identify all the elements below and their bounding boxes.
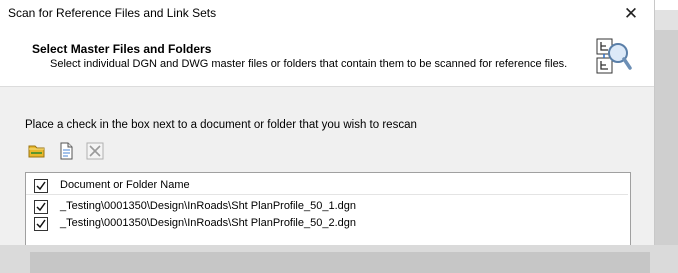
add-folder-button[interactable] <box>27 141 47 161</box>
add-document-button[interactable] <box>56 141 76 161</box>
window-title: Scan for Reference Files and Link Sets <box>8 6 217 20</box>
remove-icon <box>86 142 104 160</box>
checkmark-icon <box>36 202 46 212</box>
select-all-checkbox[interactable] <box>34 179 48 193</box>
instruction-text: Place a check in the box next to a docum… <box>25 119 417 131</box>
remove-button[interactable] <box>85 141 105 161</box>
list-item[interactable]: _Testing\0001350\Design\InRoads\Sht Plan… <box>26 198 626 216</box>
checkmark-icon <box>36 219 46 229</box>
page-subtitle: Select individual DGN and DWG master fil… <box>50 58 568 70</box>
background-shadow <box>30 252 650 273</box>
file-list[interactable]: Document or Folder Name _Testing\0001350… <box>25 172 631 245</box>
background-shadow <box>655 30 678 250</box>
item-label: _Testing\0001350\Design\InRoads\Sht Plan… <box>60 217 356 229</box>
checkmark-icon <box>36 181 46 191</box>
list-header: Document or Folder Name <box>26 177 626 195</box>
column-header-name: Document or Folder Name <box>60 179 190 191</box>
item-checkbox[interactable] <box>34 200 48 214</box>
item-checkbox[interactable] <box>34 217 48 231</box>
page-title: Select Master Files and Folders <box>32 42 212 56</box>
add-document-icon <box>60 142 73 160</box>
list-item[interactable]: _Testing\0001350\Design\InRoads\Sht Plan… <box>26 215 626 233</box>
scan-reference-dialog: Scan for Reference Files and Link Sets ✕… <box>0 0 655 245</box>
title-bar: Scan for Reference Files and Link Sets ✕ <box>0 0 654 28</box>
reference-scan-icon <box>593 36 633 76</box>
wizard-header: Select Master Files and Folders Select i… <box>0 28 654 87</box>
header-divider <box>26 194 628 195</box>
item-label: _Testing\0001350\Design\InRoads\Sht Plan… <box>60 200 356 212</box>
close-icon[interactable]: ✕ <box>620 3 642 25</box>
add-folder-icon <box>28 145 45 158</box>
